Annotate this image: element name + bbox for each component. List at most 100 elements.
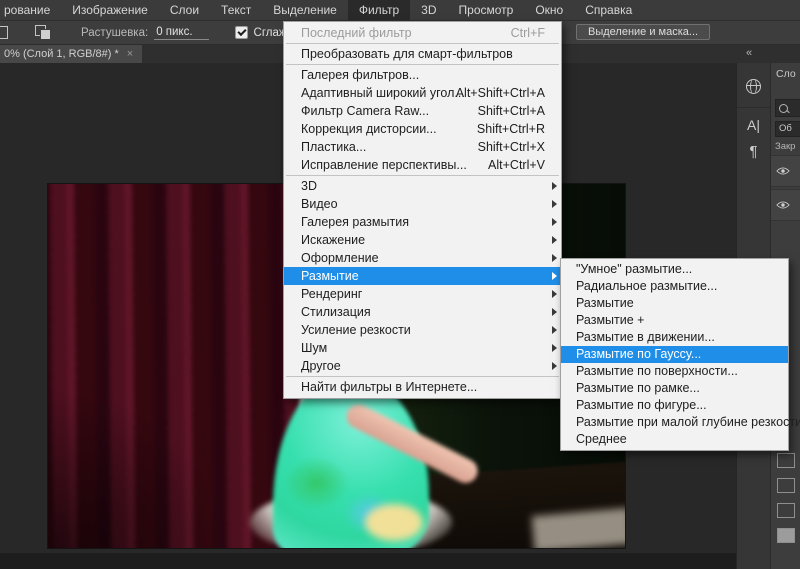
submenu-arrow-icon [552,200,557,208]
menu-item-filter-gallery[interactable]: Галерея фильтров... [284,66,561,84]
menubar-item-filter[interactable]: Фильтр [347,0,411,20]
submenu-arrow-icon [552,272,557,280]
menu-separator [286,43,559,44]
select-and-mask-button[interactable]: Выделение и маска... [576,24,711,40]
menubar-item-view[interactable]: Просмотр [448,0,525,20]
menubar-item-image[interactable]: Изображение [61,0,159,20]
menu-item-blur[interactable]: Размытие [284,267,561,285]
submenu-item-motion-blur[interactable]: Размытие в движении... [561,329,788,346]
menu-item-convert-smart-filters[interactable]: Преобразовать для смарт-фильтров [284,45,561,63]
menu-item-label: Коррекция дисторсии... [301,122,437,136]
menubar-item-3d[interactable]: 3D [410,0,447,20]
feather-label: Растушевка: [81,26,149,39]
menubar-item-edit-partial[interactable]: рование [0,0,61,20]
menu-item-label: Пластика... [301,140,367,154]
document-tab[interactable]: 0% (Слой 1, RGB/8#) * × [0,45,143,63]
menu-item-last-filter: Последний фильтр Ctrl+F [284,24,561,42]
menu-item-pixelate[interactable]: Оформление [284,249,561,267]
submenu-item-radial-blur[interactable]: Радиальное размытие... [561,278,788,295]
filter-menu: Последний фильтр Ctrl+F Преобразовать дл… [283,21,562,399]
photo-red-curtain [48,184,308,548]
menu-separator [286,376,559,377]
menu-item-label: Преобразовать для смарт-фильтров [301,47,513,61]
menu-item-shortcut: Shift+Ctrl+X [477,140,545,154]
menubar-item-type[interactable]: Текст [210,0,262,20]
layers-search-field[interactable] [775,99,800,117]
menu-item-label: Размытие [301,269,359,283]
photo-yellow-patch [365,504,424,541]
menu-item-label: Исправление перспективы... [301,158,467,172]
eye-icon[interactable] [776,166,790,176]
menu-item-render[interactable]: Рендеринг [284,285,561,303]
submenu-item-average[interactable]: Среднее [561,431,788,448]
submenu-item-lens-blur[interactable]: Размытие при малой глубине резкости... [561,414,800,431]
lock-label: Закр [775,141,796,152]
submenu-arrow-icon [552,182,557,190]
menu-item-sharpen[interactable]: Усиление резкости [284,321,561,339]
submenu-item-smart-blur[interactable]: "Умное" размытие... [561,261,788,278]
menu-item-distort[interactable]: Искажение [284,231,561,249]
bottom-bar [0,553,800,569]
menu-item-shortcut: Alt+Ctrl+V [488,158,545,172]
menu-item-other[interactable]: Другое [284,357,561,375]
paragraph-panel-icon[interactable]: ¶ [737,138,770,164]
menu-item-shortcut: Ctrl+F [510,26,545,40]
add-to-selection-icon[interactable] [35,25,52,40]
menubar-item-help[interactable]: Справка [574,0,643,20]
panel-thumb-icon[interactable] [777,478,795,493]
panel-thumb-icon[interactable] [777,503,795,518]
menu-item-liquify[interactable]: Пластика... Shift+Ctrl+X [284,138,561,156]
blend-mode-select[interactable]: Об [775,121,800,137]
menu-item-label: Последний фильтр [301,26,412,40]
menu-item-camera-raw[interactable]: Фильтр Camera Raw... Shift+Ctrl+A [284,102,561,120]
layers-panel-title: Сло [776,68,796,80]
submenu-arrow-icon [552,308,557,316]
menu-item-label: 3D [301,179,317,193]
blur-submenu: "Умное" размытие... Радиальное размытие.… [560,258,800,451]
collapse-panels-icon[interactable]: « [746,47,753,59]
menu-item-lens-correction[interactable]: Коррекция дисторсии... Shift+Ctrl+R [284,120,561,138]
submenu-item-shape-blur[interactable]: Размытие по фигуре... [561,397,788,414]
submenu-arrow-icon [552,290,557,298]
submenu-item-box-blur[interactable]: Размытие по рамке... [561,380,788,397]
photoshop-window: рование Изображение Слои Текст Выделение… [0,0,800,569]
layer-row[interactable] [771,189,800,221]
menubar-item-select[interactable]: Выделение [262,0,348,20]
submenu-arrow-icon [552,236,557,244]
search-icon [779,103,788,113]
menu-item-label: Другое [301,359,341,373]
close-icon[interactable]: × [127,45,133,63]
submenu-item-surface-blur[interactable]: Размытие по поверхности... [561,363,788,380]
libraries-panel-icon[interactable] [737,73,770,99]
menu-separator [286,175,559,176]
eye-icon[interactable] [776,200,790,210]
smoothing-checkbox[interactable] [234,26,248,39]
tool-preset-icon[interactable] [0,26,8,39]
menu-separator [286,64,559,65]
submenu-arrow-icon [552,218,557,226]
menu-item-adaptive-wide-angle[interactable]: Адаптивный широкий угол... Alt+Shift+Ctr… [284,84,561,102]
layer-row[interactable] [771,155,800,187]
menu-item-stylize[interactable]: Стилизация [284,303,561,321]
menu-item-noise[interactable]: Шум [284,339,561,357]
menu-item-vanishing-point[interactable]: Исправление перспективы... Alt+Ctrl+V [284,156,561,174]
menu-item-find-filters-online[interactable]: Найти фильтры в Интернете... [284,378,561,396]
feather-value-field[interactable]: 0 пикс. [154,26,209,40]
panel-thumb-icon[interactable] [777,453,795,468]
menu-item-label: Рендеринг [301,287,363,301]
menu-item-label: Галерея размытия [301,215,409,229]
menu-item-3d[interactable]: 3D [284,177,561,195]
submenu-item-blur-more[interactable]: Размытие + [561,312,788,329]
submenu-item-gaussian-blur[interactable]: Размытие по Гауссу... [561,346,788,363]
menu-item-label: Видео [301,197,338,211]
menu-item-label: Найти фильтры в Интернете... [301,380,478,394]
menu-item-blur-gallery[interactable]: Галерея размытия [284,213,561,231]
menu-item-label: Искажение [301,233,366,247]
menubar-item-window[interactable]: Окно [524,0,574,20]
panel-thumb-icon[interactable] [777,528,795,543]
character-panel-icon[interactable]: A| [737,107,770,138]
menu-item-video[interactable]: Видео [284,195,561,213]
menubar-item-layers[interactable]: Слои [159,0,210,20]
menu-item-label: Усиление резкости [301,323,411,337]
submenu-item-blur[interactable]: Размытие [561,295,788,312]
